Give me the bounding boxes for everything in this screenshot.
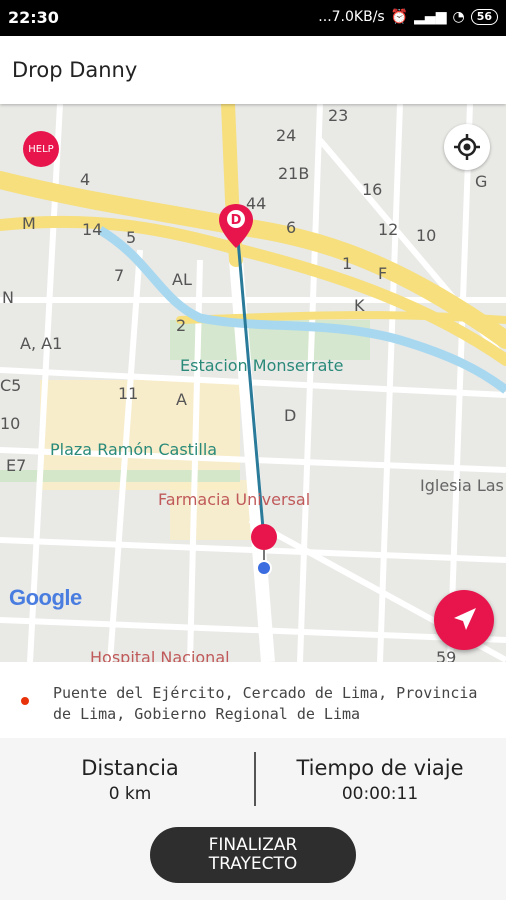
map-label: 21B (278, 164, 310, 183)
stats-divider (254, 752, 256, 806)
place-label: Farmacia Universal (158, 490, 311, 509)
map-label: 6 (286, 218, 297, 237)
map-label: 7 (114, 266, 125, 285)
map-label: G (475, 172, 488, 191)
status-time: 22:30 (8, 8, 59, 27)
map-label: 59 (436, 648, 457, 662)
origin-marker-letter: D (231, 213, 242, 228)
map-label: D (284, 406, 297, 425)
location-dot-icon (21, 697, 29, 705)
app-bar: Drop Danny (0, 36, 506, 104)
status-bar: 22:30 ...7.0KB/s ⏰ ▂▄▆ ◔ 56 (0, 0, 506, 36)
map-view[interactable]: 23 24 21B 16 G 4 44 6 12 10 M 14 5 1 F 7… (0, 104, 506, 662)
place-label: Hospital Nacional (90, 648, 230, 662)
current-location-pin-icon[interactable] (249, 522, 279, 582)
map-label: 10 (416, 226, 437, 245)
google-logo-text: Google (9, 585, 82, 610)
wifi-icon: ◔ (452, 9, 465, 25)
place-label: Iglesia Las (420, 476, 504, 495)
address-text: Puente del Ejército, Cercado de Lima, Pr… (53, 684, 478, 723)
map-label: 5 (126, 228, 137, 247)
map-label: A (176, 390, 187, 409)
network-speed: ...7.0KB/s (318, 9, 385, 25)
place-label: Plaza Ramón Castilla (50, 440, 218, 459)
battery-icon: 56 (470, 9, 498, 25)
finish-trip-button[interactable]: FINALIZAR TRAYECTO (150, 827, 356, 883)
map-label: 23 (328, 106, 349, 125)
distance-value: 0 km (108, 784, 152, 804)
place-label: Estacion Monserrate (180, 356, 344, 375)
navigate-button[interactable] (434, 590, 494, 650)
page-title: Drop Danny (12, 58, 138, 82)
alarm-icon: ⏰ (390, 9, 409, 25)
map-label: 1 (342, 254, 353, 273)
map-label: N (2, 288, 14, 307)
map-label: E7 (6, 456, 27, 475)
destination-pin-icon[interactable]: D (219, 204, 253, 248)
navigation-arrow-icon (454, 608, 476, 630)
map-label: 12 (378, 220, 399, 239)
status-icons: ...7.0KB/s ⏰ ▂▄▆ ◔ 56 (318, 9, 498, 25)
google-logo: Google (9, 585, 82, 611)
map-label: C5 (0, 376, 22, 395)
map-label: 4 (80, 170, 91, 189)
finish-label-line1: FINALIZAR (208, 835, 298, 855)
signal-icon: ▂▄▆ (414, 9, 447, 25)
travel-time-stat: Tiempo de viaje 00:00:11 (280, 756, 480, 804)
map-label: F (378, 264, 388, 283)
map-label: 11 (118, 384, 139, 403)
travel-time-value: 00:00:11 (341, 784, 419, 804)
map-label: 2 (176, 316, 187, 335)
distance-stat: Distancia 0 km (40, 756, 220, 804)
locate-icon (454, 134, 480, 160)
help-button[interactable]: HELP (23, 131, 59, 167)
map-label: M (22, 214, 36, 233)
map-label: 24 (276, 126, 297, 145)
finish-label-line2: TRAYECTO (208, 854, 298, 874)
map-label: 10 (0, 414, 21, 433)
distance-label: Distancia (81, 756, 179, 780)
map-label: A, A1 (20, 334, 63, 353)
map-label: 14 (82, 220, 103, 239)
map-label: AL (172, 270, 192, 289)
travel-time-label: Tiempo de viaje (296, 756, 464, 780)
map-label: 16 (362, 180, 383, 199)
map-label: K (354, 296, 365, 315)
locate-button[interactable] (444, 124, 490, 170)
